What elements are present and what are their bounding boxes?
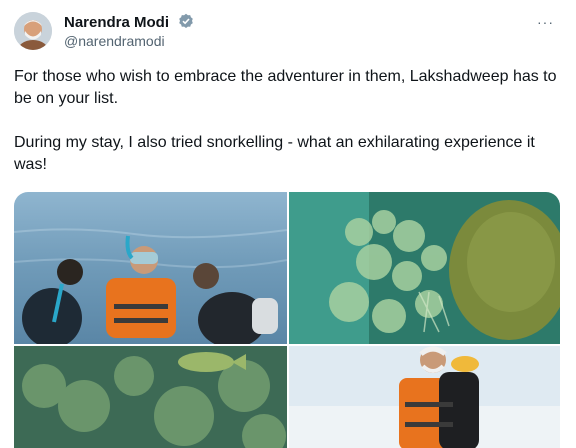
snorkelling-group-photo[interactable]	[14, 192, 287, 344]
man-in-life-jacket-photo[interactable]	[289, 346, 560, 448]
avatar[interactable]	[14, 12, 52, 50]
tweet-text-paragraph-1: For those who wish to embrace the advent…	[14, 68, 557, 107]
author-name-text: Narendra Modi	[64, 14, 170, 31]
verified-badge-icon	[178, 13, 194, 33]
author-name[interactable]: Narendra Modi	[64, 13, 194, 33]
author-handle[interactable]: @narendramodi	[64, 33, 165, 49]
media-grid	[14, 192, 560, 448]
more-options-icon[interactable]: ···	[537, 14, 554, 30]
tweet-text-paragraph-2: During my stay, I also tried snorkelling…	[14, 134, 535, 173]
coral-reef-photo[interactable]	[289, 192, 560, 344]
underwater-coral-fish-photo[interactable]	[14, 346, 287, 448]
